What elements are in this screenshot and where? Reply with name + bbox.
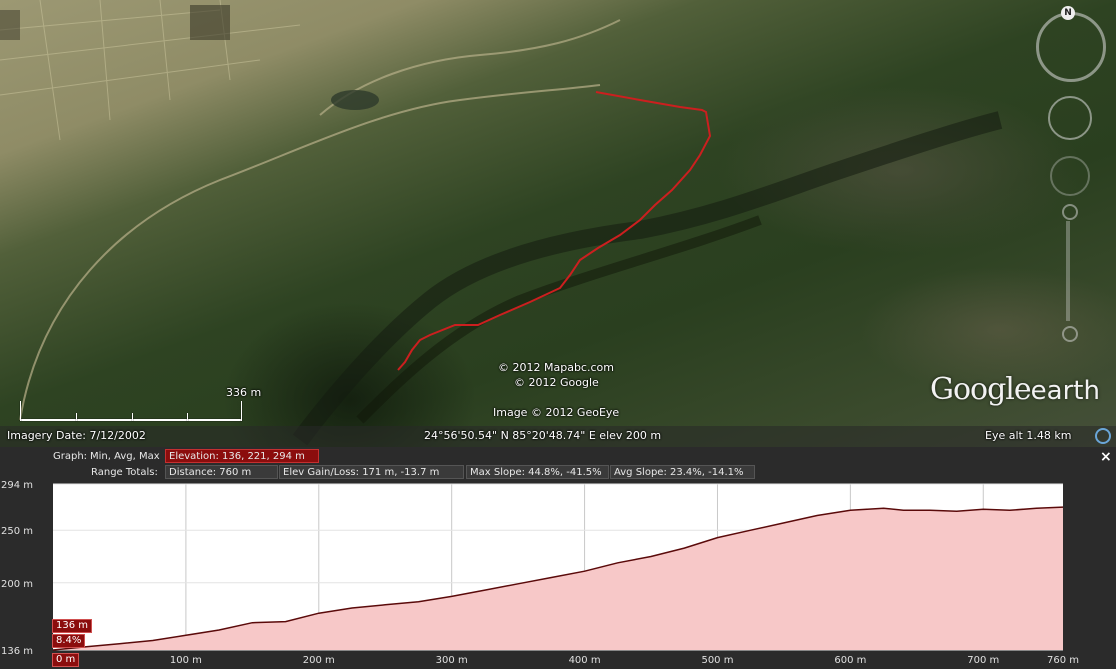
- x-tick-label: 200 m: [303, 655, 335, 666]
- x-tick-label: 600 m: [834, 655, 866, 666]
- scale-bar: [20, 401, 242, 421]
- elevation-chart[interactable]: 100 m 200 m 300 m 400 m 500 m 600 m 700 m 760 m…: [0, 447, 1116, 669]
- eye-altitude: Eye alt 1.48 km: [985, 429, 1072, 442]
- coordinates-readout: 24°56'50.54" N 85°20'48.74" E elev 200 m: [424, 429, 662, 442]
- attribution-geoeye: Image © 2012 GeoEye: [493, 406, 620, 419]
- attribution-mapabc: © 2012 Mapabc.com: [498, 361, 614, 374]
- scale-label: 336 m: [226, 386, 262, 399]
- google-earth-logo: Googleearth: [930, 372, 1100, 407]
- y-tick-label: 294 m: [1, 480, 33, 491]
- zoom-slider[interactable]: [1066, 221, 1070, 321]
- cursor-distance-label: 0 m: [52, 653, 80, 667]
- x-tick-label: 100 m: [170, 655, 202, 666]
- cursor-slope-label: 8.4%: [52, 634, 86, 648]
- navigation-controls[interactable]: N: [1030, 6, 1116, 356]
- status-indicator-icon: [1095, 428, 1111, 444]
- x-tick-label: 500 m: [701, 655, 733, 666]
- y-tick-label: 136 m: [1, 646, 33, 657]
- x-tick-label: 700 m: [967, 655, 999, 666]
- zoom-minus-icon[interactable]: [1062, 326, 1078, 342]
- x-tick-label: 400 m: [569, 655, 601, 666]
- attribution-google: © 2012 Google: [514, 376, 599, 389]
- imagery-date: Imagery Date: 7/12/2002: [7, 429, 146, 442]
- compass-ring[interactable]: [1036, 12, 1106, 82]
- map-viewport[interactable]: © 2012 Mapabc.com © 2012 Google Image © …: [0, 0, 1116, 447]
- x-tick-label: 760 m: [1047, 655, 1079, 666]
- y-tick-label: 200 m: [1, 579, 33, 590]
- y-tick-label: 250 m: [1, 526, 33, 537]
- elevation-profile-panel: Graph: Min, Avg, Max Elevation: 136, 221…: [0, 447, 1116, 669]
- compass-north-icon[interactable]: N: [1061, 6, 1075, 20]
- x-tick-label: 300 m: [436, 655, 468, 666]
- cursor-elevation-label: 136 m: [52, 619, 93, 633]
- look-joystick[interactable]: [1048, 96, 1092, 140]
- zoom-plus-icon[interactable]: [1062, 204, 1078, 220]
- move-joystick[interactable]: [1050, 156, 1090, 196]
